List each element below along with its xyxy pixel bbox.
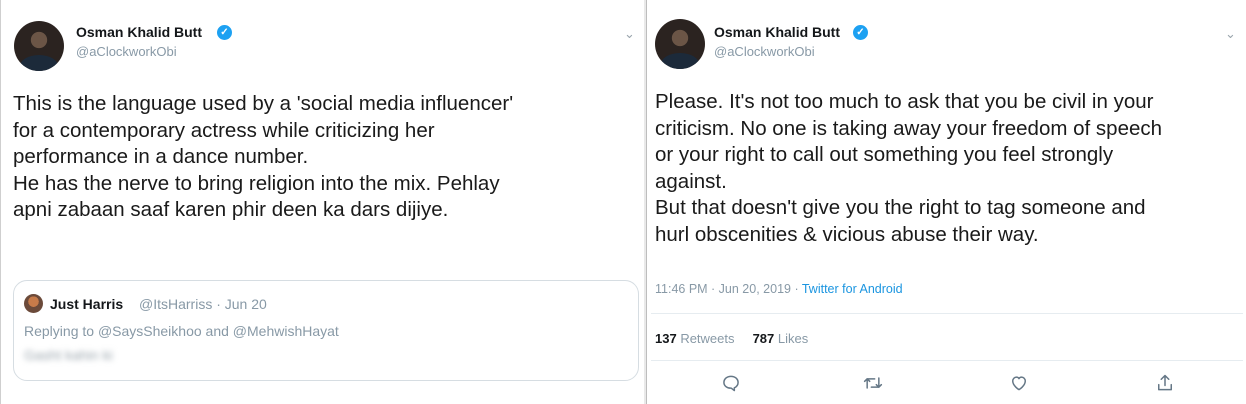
tweet-text-line: apni zabaan saaf karen phir deen ka dars…: [13, 198, 449, 221]
tweet-text-line: for a contemporary actress while critici…: [13, 118, 435, 142]
verified-badge-icon: ✓: [853, 25, 868, 40]
divider: [651, 360, 1243, 361]
tweet-text-line: He has the nerve to bring religion into …: [13, 171, 500, 195]
tweet-timestamp: 11:46 PM · Jun 20, 2019 · Twitter for An…: [655, 282, 903, 296]
tweet-text-line: against.: [655, 169, 727, 193]
tweet-text-line: or your right to call out something you …: [655, 143, 1114, 166]
quoted-avatar: [24, 294, 43, 313]
quoted-handle-date: @ItsHarriss · Jun 20: [139, 296, 267, 312]
tweet-text-line: But that doesn't give you the right to t…: [655, 196, 1146, 219]
timestamp-text[interactable]: 11:46 PM · Jun 20, 2019 ·: [655, 282, 802, 296]
author-handle[interactable]: @aClockworkObi: [76, 44, 177, 59]
likes-label: Likes: [774, 331, 809, 346]
divider: [651, 313, 1243, 314]
engagement-stats: 137 Retweets 787 Likes: [655, 331, 808, 346]
tweet-text-line: Please. It's not too much to ask that yo…: [655, 90, 1154, 113]
mention-link[interactable]: @MehwishHayat: [233, 323, 339, 339]
avatar[interactable]: [14, 21, 64, 71]
retweets-label: Retweets: [676, 331, 735, 346]
tweet-text: Please. It's not too much to ask that yo…: [655, 89, 1162, 248]
replying-prefix: Replying to: [24, 323, 98, 339]
likes-stat[interactable]: 787 Likes: [753, 331, 809, 346]
tweet-text: This is the language used by a 'social m…: [13, 91, 513, 224]
source-link[interactable]: Twitter for Android: [802, 282, 903, 296]
avatar[interactable]: [655, 19, 705, 69]
share-icon[interactable]: [1153, 371, 1177, 395]
quoted-author-name: Just Harris: [50, 296, 124, 312]
replying-to-line: Replying to @SaysSheikhoo and @MehwishHa…: [24, 323, 339, 339]
tweet-text-line: This is the language used by a 'social m…: [13, 92, 514, 115]
verified-badge-icon: ✓: [217, 25, 232, 40]
author-name[interactable]: Osman Khalid Butt: [76, 24, 202, 40]
author-handle[interactable]: @aClockworkObi: [714, 44, 815, 59]
blurred-quoted-text: Gasht kahin ki: [24, 347, 113, 363]
left-tweet: Osman Khalid Butt ✓ @aClockworkObi ⌄ Thi…: [0, 0, 644, 404]
chevron-down-icon[interactable]: ⌄: [1225, 26, 1236, 42]
retweet-icon[interactable]: [861, 371, 885, 395]
tweet-text-line: performance in a dance number.: [13, 145, 309, 168]
reply-icon[interactable]: [719, 371, 743, 395]
right-tweet: Osman Khalid Butt ✓ @aClockworkObi ⌄ Ple…: [646, 0, 1246, 404]
tweet-text-line: criticism. No one is taking away your fr…: [655, 116, 1163, 140]
likes-count: 787: [752, 331, 775, 346]
author-name[interactable]: Osman Khalid Butt: [714, 24, 840, 40]
mention-link[interactable]: @SaysSheikhoo: [98, 323, 202, 339]
heart-icon[interactable]: [1007, 371, 1031, 395]
chevron-down-icon[interactable]: ⌄: [624, 26, 635, 42]
retweets-stat[interactable]: 137 Retweets: [655, 331, 735, 346]
retweets-count: 137: [655, 331, 677, 346]
replying-and: and: [201, 323, 233, 339]
tweet-text-line: hurl obscenities & vicious abuse their w…: [655, 222, 1039, 246]
quoted-tweet[interactable]: Just Harris @ItsHarriss · Jun 20 Replyin…: [13, 280, 639, 381]
